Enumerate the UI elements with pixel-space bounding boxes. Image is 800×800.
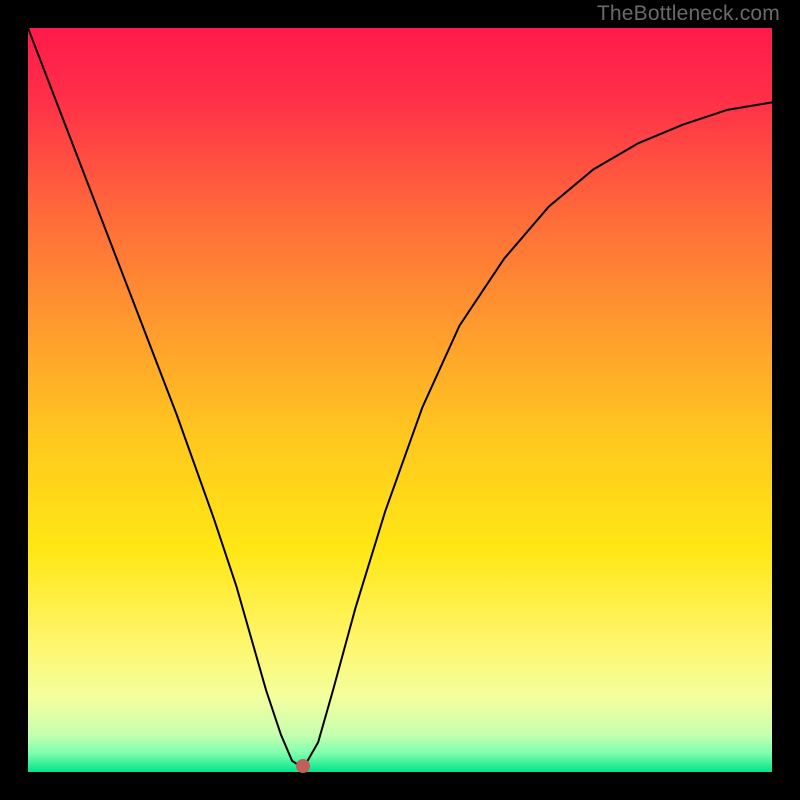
watermark-text: TheBottleneck.com [597, 2, 780, 26]
minimum-marker-dot [296, 759, 310, 773]
plot-area [28, 28, 772, 772]
bottleneck-curve [28, 28, 772, 772]
chart-frame: TheBottleneck.com [0, 0, 800, 800]
curve-path [28, 28, 772, 768]
